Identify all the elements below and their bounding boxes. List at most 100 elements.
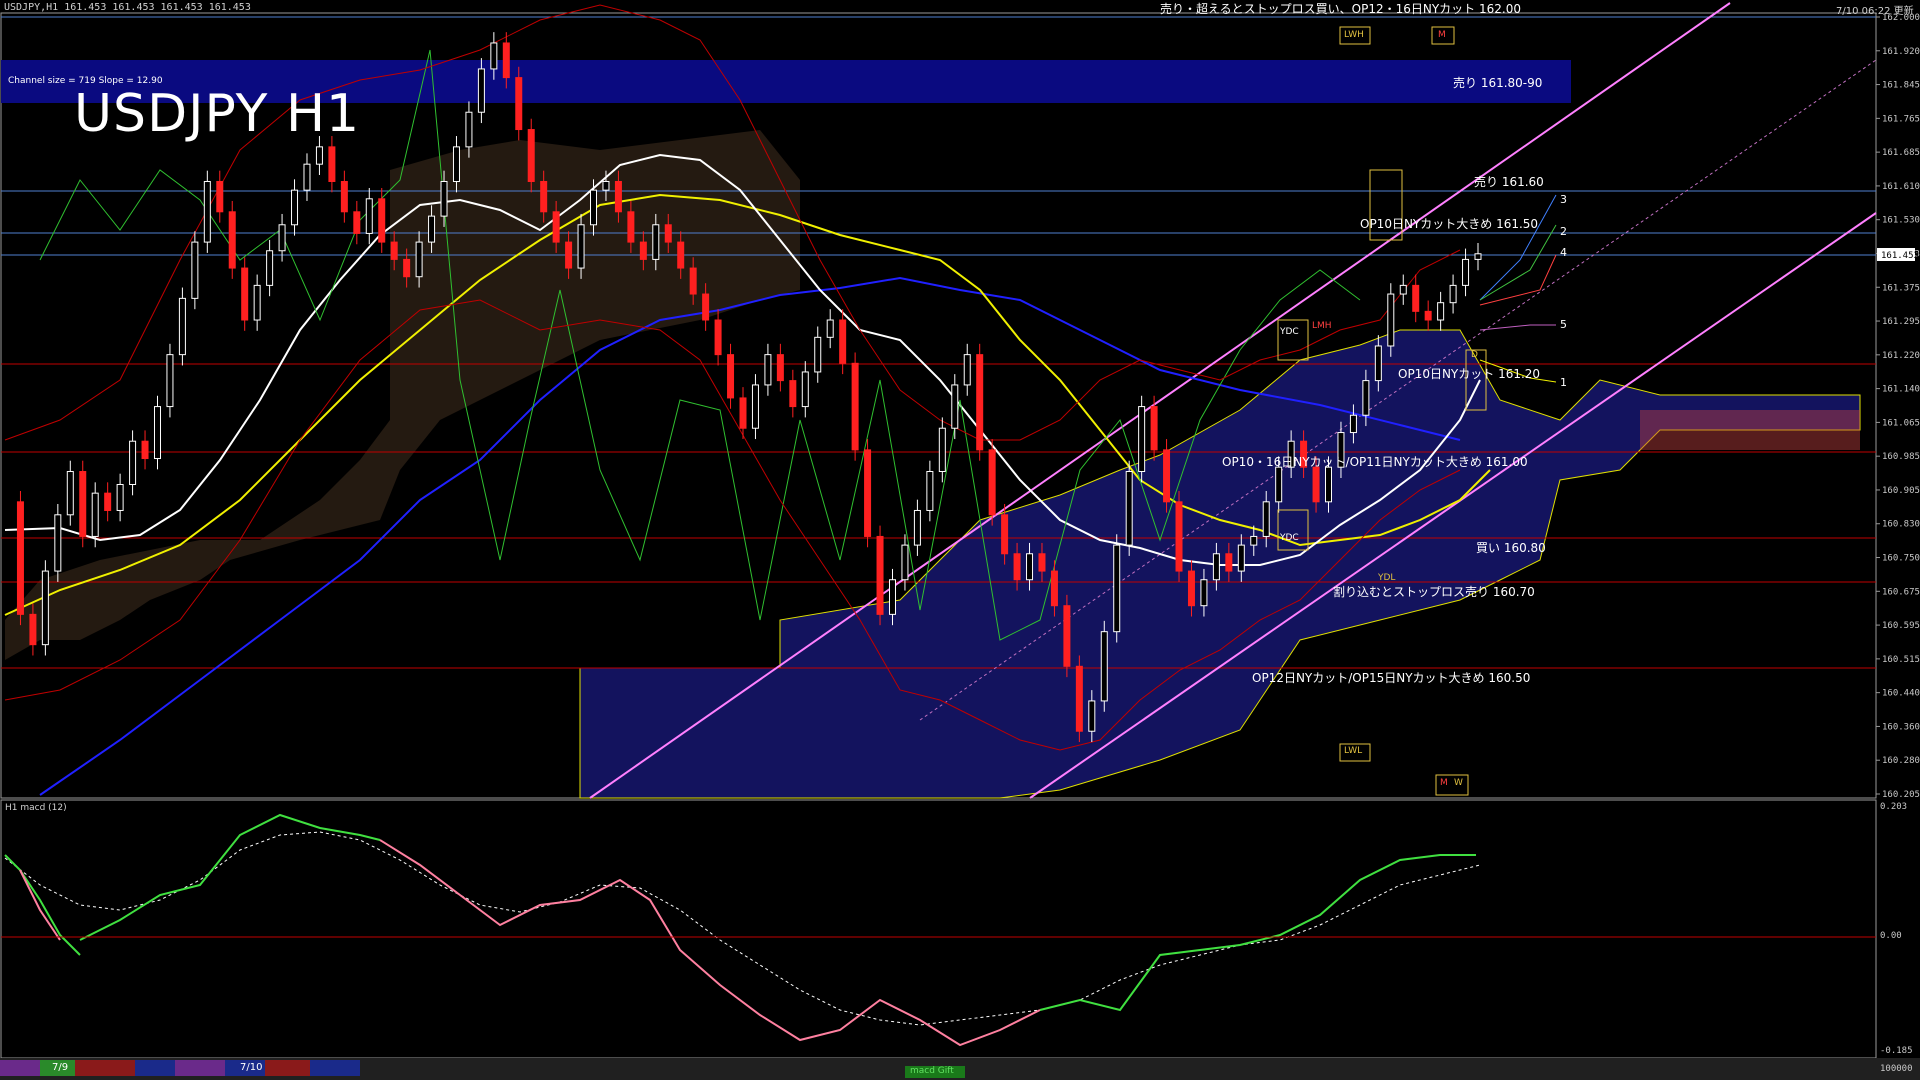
candle (241, 267, 249, 321)
candle (1399, 284, 1407, 295)
candle (141, 440, 149, 460)
candle (1063, 605, 1071, 667)
candle (1424, 310, 1432, 321)
price-tick-label: 160.280 (1882, 756, 1920, 766)
candle (1237, 544, 1245, 572)
candle (888, 579, 896, 615)
candle (764, 354, 772, 386)
candle (328, 146, 336, 182)
price-tick-label: 161.220 (1882, 351, 1920, 361)
price-tick-label: 161.375 (1882, 283, 1920, 293)
candle (602, 180, 610, 191)
candle (1100, 631, 1108, 702)
tag-lwh: LWH (1344, 30, 1364, 40)
candle (1013, 553, 1021, 581)
price-tick-label: 160.205 (1882, 790, 1920, 800)
candle (378, 198, 386, 243)
candle (963, 354, 971, 386)
candle (552, 211, 560, 243)
price-tick-label: 161.685 (1882, 148, 1920, 158)
candle (1163, 449, 1171, 503)
candle (1349, 414, 1357, 434)
candle (938, 427, 946, 473)
projection-number-3: 3 (1560, 193, 1567, 206)
candle (178, 297, 186, 356)
candle (1026, 553, 1034, 581)
tag-lwl: LWL (1344, 746, 1363, 756)
candle (702, 293, 710, 321)
trading-chart[interactable]: 162.000161.920161.845161.765161.685161.6… (0, 0, 1920, 1080)
candle (452, 146, 460, 182)
header-text: USDJPY,H1 161.453 161.453 161.453 161.45… (4, 2, 251, 13)
candle (1113, 544, 1121, 633)
price-tick-label: 160.515 (1882, 655, 1920, 665)
macd-axis-zero: 0.00 (1880, 931, 1902, 941)
candle (91, 492, 99, 537)
tag-m-top: M (1438, 30, 1446, 40)
candle (477, 68, 485, 113)
candle (814, 336, 822, 373)
candle (826, 319, 834, 338)
candle (1462, 258, 1470, 286)
price-tick-label: 161.845 (1882, 81, 1920, 91)
candle (664, 224, 672, 243)
candle (1225, 553, 1233, 572)
candle (864, 449, 872, 537)
candle (54, 514, 62, 572)
candle (428, 215, 436, 243)
macd-line-3 (1039, 854, 1476, 1012)
candle (727, 354, 735, 399)
candle (1449, 284, 1457, 304)
annotation-160-50: OP12日NYカット/OP15日NYカット大きめ 160.50 (1252, 671, 1531, 685)
candle (776, 354, 784, 382)
annotation-161-50: OP10日NYカット大きめ 161.50 (1360, 217, 1539, 231)
price-axis: 162.000161.920161.845161.765161.685161.6… (1876, 13, 1920, 800)
macd-line-positive (4, 854, 81, 956)
candle (79, 471, 87, 537)
candle (1187, 570, 1195, 607)
candle (1374, 345, 1382, 382)
candle (1075, 665, 1083, 732)
macd-tab-label[interactable]: macd Gift (910, 1066, 954, 1076)
candle (988, 449, 996, 516)
candle (403, 258, 411, 278)
projection-number-1: 1 (1560, 376, 1567, 389)
candle (203, 180, 211, 243)
price-tick-label: 160.830 (1882, 520, 1920, 530)
candle (540, 180, 548, 213)
candle (502, 42, 510, 79)
tag-w-bottom: W (1454, 778, 1463, 788)
candle (1200, 579, 1208, 607)
candle (839, 319, 847, 364)
candle (1250, 535, 1258, 546)
price-tick-label: 160.750 (1882, 554, 1920, 564)
candle (801, 371, 809, 408)
candle (365, 198, 373, 234)
candle (465, 111, 473, 148)
candle (515, 77, 523, 131)
tag-m-bottom: M (1440, 778, 1448, 788)
candle (41, 570, 49, 646)
candle (1312, 466, 1320, 503)
candle (590, 189, 598, 226)
candle (1412, 284, 1420, 312)
macd-axis-top: 0.203 (1880, 802, 1908, 812)
candle (440, 180, 448, 217)
price-tick-label: 161.765 (1882, 114, 1920, 124)
candle (677, 241, 685, 269)
price-tick-label: 161.140 (1882, 385, 1920, 395)
candle (851, 362, 859, 451)
candle (228, 211, 236, 269)
candle (16, 501, 24, 615)
macd-line-2 (379, 839, 1041, 1047)
date-label-7-9: 7/9 (52, 1062, 69, 1073)
update-timestamp: 7/10 06:22 更新 (1836, 6, 1914, 17)
candle (191, 241, 199, 299)
tag-ydc-1: YDC (1280, 327, 1299, 337)
annotation-160-70: 割り込むとストップロス売り 160.70 (1333, 585, 1535, 599)
tag-lmh: LMH (1312, 321, 1332, 331)
projection-number-4: 4 (1560, 246, 1567, 259)
candle (951, 384, 959, 429)
candle (913, 509, 921, 546)
candle (1175, 501, 1183, 572)
